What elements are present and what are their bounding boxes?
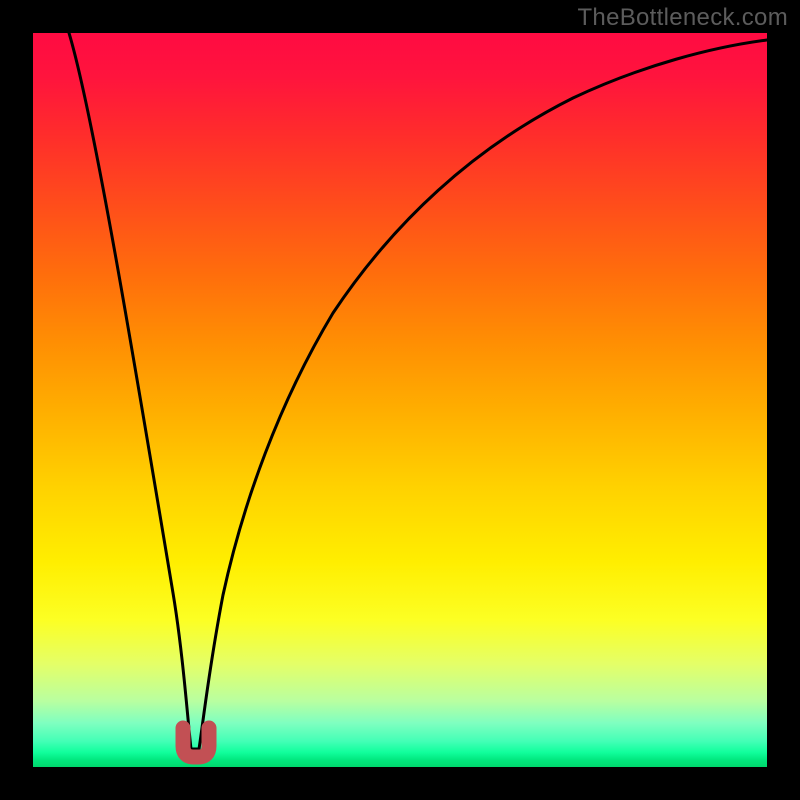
curve-layer bbox=[33, 33, 767, 767]
bottleneck-curve bbox=[69, 33, 767, 749]
watermark-text: TheBottleneck.com bbox=[577, 4, 788, 32]
minimum-marker-icon bbox=[183, 728, 209, 757]
plot-area bbox=[33, 33, 767, 767]
outer-frame: TheBottleneck.com bbox=[0, 0, 800, 800]
